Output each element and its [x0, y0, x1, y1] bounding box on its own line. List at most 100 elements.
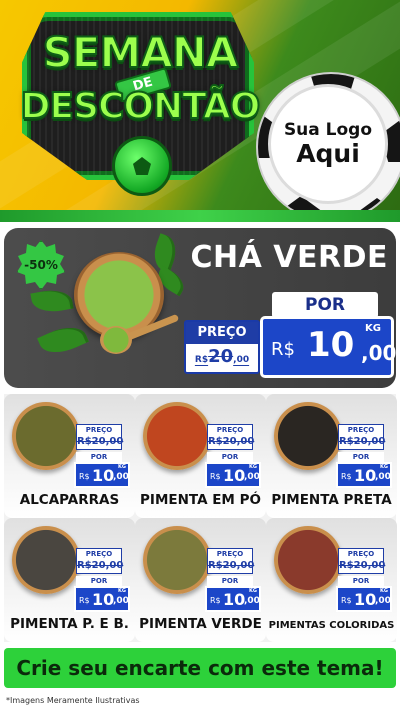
- new-price-label: POR: [272, 292, 378, 318]
- old-price-box: PREÇO R$20,00: [338, 424, 386, 450]
- old-price-label: PREÇO: [85, 550, 113, 558]
- product-card[interactable]: PREÇO R$20,00 POR R$ 10,00 KG PIMENTA VERDE: [135, 518, 266, 642]
- price-int: 10: [223, 590, 246, 609]
- price-int: 10: [92, 590, 115, 609]
- product-name: PIMENTA EM PÓ: [140, 492, 261, 508]
- new-price-box: R$ 10 ,00 KG: [260, 316, 396, 378]
- price-int: 10: [354, 590, 377, 609]
- new-price-dec: ,00: [361, 341, 396, 365]
- price-int: 10: [92, 466, 115, 485]
- old-price-label: PREÇO: [186, 322, 258, 344]
- product-card[interactable]: PREÇO R$20,00 POR R$ 10,00 KG PIMENTA PRETA: [266, 394, 397, 518]
- new-price-box: R$ 10,00 KG: [336, 586, 392, 612]
- price-dec: ,00: [113, 596, 129, 606]
- price-currency: R$: [210, 472, 221, 481]
- old-price-label: PREÇO: [216, 550, 244, 558]
- logo-text-line2: Aqui: [296, 139, 360, 168]
- new-price-label: POR: [76, 576, 122, 586]
- new-price-label: POR: [207, 452, 253, 462]
- new-price-label: POR: [207, 576, 253, 586]
- old-price-box: PREÇO R$20,00: [184, 320, 260, 374]
- new-price-currency: R$: [271, 339, 295, 360]
- old-price-value: R$20,00: [77, 436, 124, 447]
- old-price-label: PREÇO: [347, 550, 375, 558]
- cta-banner[interactable]: Crie seu encarte com este tema!: [4, 648, 396, 688]
- price-dec: ,00: [375, 596, 391, 606]
- new-price-int: 10: [307, 325, 355, 365]
- old-price-box: PREÇO R$20,00: [338, 548, 386, 574]
- old-price-value: R$20,00: [339, 436, 386, 447]
- price-dec: ,00: [113, 472, 129, 482]
- green-ball-icon: [112, 136, 172, 196]
- old-price-box: PREÇO R$20,00: [207, 548, 255, 574]
- old-price-value: R$20,00: [208, 436, 255, 447]
- header-banner: SEMANA DE DESCONTÃO Sua Logo Aqui: [0, 0, 400, 218]
- new-price-box: R$ 10,00 KG: [205, 586, 261, 612]
- logo-placeholder[interactable]: Sua Logo Aqui: [268, 84, 388, 204]
- price-unit: KG: [118, 464, 126, 470]
- title-descontao: DESCONTÃO: [20, 85, 262, 128]
- product-name: PIMENTA P. E B.: [10, 616, 129, 632]
- leaf-icon: [37, 319, 89, 361]
- leaf-icon: [30, 286, 74, 316]
- product-image: [274, 526, 342, 594]
- price-currency: R$: [79, 472, 90, 481]
- product-image: [12, 402, 80, 470]
- old-price-value: R$20,00: [208, 560, 255, 571]
- new-price-box: R$ 10,00 KG: [205, 462, 261, 488]
- price-unit: KG: [380, 588, 388, 594]
- product-card[interactable]: PREÇO R$20,00 POR R$ 10,00 KG PIMENTA EM PÓ: [135, 394, 266, 518]
- spoon-image: [100, 326, 132, 354]
- old-price-box: PREÇO R$20,00: [76, 424, 124, 450]
- old-price-label: PREÇO: [85, 426, 113, 434]
- old-price-currency: R$: [194, 355, 209, 365]
- old-price-box: PREÇO R$20,00: [207, 424, 255, 450]
- divider-strip: [0, 210, 400, 222]
- product-image: [143, 402, 211, 470]
- old-price-label: PREÇO: [216, 426, 244, 434]
- price-unit: KG: [365, 323, 381, 334]
- old-price-dec: ,00: [233, 355, 250, 365]
- price-currency: R$: [341, 472, 352, 481]
- old-price-int: 20: [208, 346, 234, 367]
- price-currency: R$: [210, 596, 221, 605]
- discount-badge: -50%: [17, 240, 65, 290]
- disclaimer-text: *Imagens Meramente Ilustrativas: [6, 696, 140, 705]
- price-unit: KG: [380, 464, 388, 470]
- featured-product-card[interactable]: -50% CHÁ VERDE POR PREÇO R$20,00 R$ 10 ,…: [4, 228, 396, 388]
- price-unit: KG: [249, 588, 257, 594]
- old-price-value: R$20,00: [339, 560, 386, 571]
- price-currency: R$: [79, 596, 90, 605]
- featured-product-name: CHÁ VERDE: [190, 240, 388, 275]
- product-card[interactable]: PREÇO R$20,00 POR R$ 10,00 KG PIMENTAS COLO…: [266, 518, 397, 642]
- price-unit: KG: [118, 588, 126, 594]
- price-dec: ,00: [244, 596, 260, 606]
- product-name: ALCAPARRAS: [19, 492, 120, 508]
- product-image: [274, 402, 342, 470]
- price-int: 10: [223, 466, 246, 485]
- product-card[interactable]: PREÇO R$20,00 POR R$ 10,00 KG ALCAPARRAS: [4, 394, 135, 518]
- new-price-box: R$ 10,00 KG: [74, 462, 130, 488]
- new-price-label: POR: [338, 452, 384, 462]
- title-semana: SEMANA: [42, 27, 240, 78]
- product-name: PIMENTA PRETA: [271, 492, 392, 508]
- new-price-box: R$ 10,00 KG: [336, 462, 392, 488]
- old-price-value: R$20,00: [186, 346, 258, 367]
- price-dec: ,00: [375, 472, 391, 482]
- product-image: [12, 526, 80, 594]
- product-name: PIMENTAS COLORIDAS: [268, 620, 395, 631]
- new-price-label: POR: [338, 576, 384, 586]
- product-grid: PREÇO R$20,00 POR R$ 10,00 KG ALCAPARRAS PR…: [4, 394, 397, 642]
- old-price-value: R$20,00: [77, 560, 124, 571]
- old-price-label: PREÇO: [347, 426, 375, 434]
- old-price-box: PREÇO R$20,00: [76, 548, 124, 574]
- product-card[interactable]: PREÇO R$20,00 POR R$ 10,00 KG PIMENTA P. E …: [4, 518, 135, 642]
- price-int: 10: [354, 466, 377, 485]
- new-price-label: POR: [76, 452, 122, 462]
- new-price-box: R$ 10,00 KG: [74, 586, 130, 612]
- product-image: [143, 526, 211, 594]
- promo-title-badge: SEMANA DE DESCONTÃO: [20, 6, 261, 202]
- price-dec: ,00: [244, 472, 260, 482]
- price-unit: KG: [249, 464, 257, 470]
- logo-text-line1: Sua Logo: [283, 120, 373, 140]
